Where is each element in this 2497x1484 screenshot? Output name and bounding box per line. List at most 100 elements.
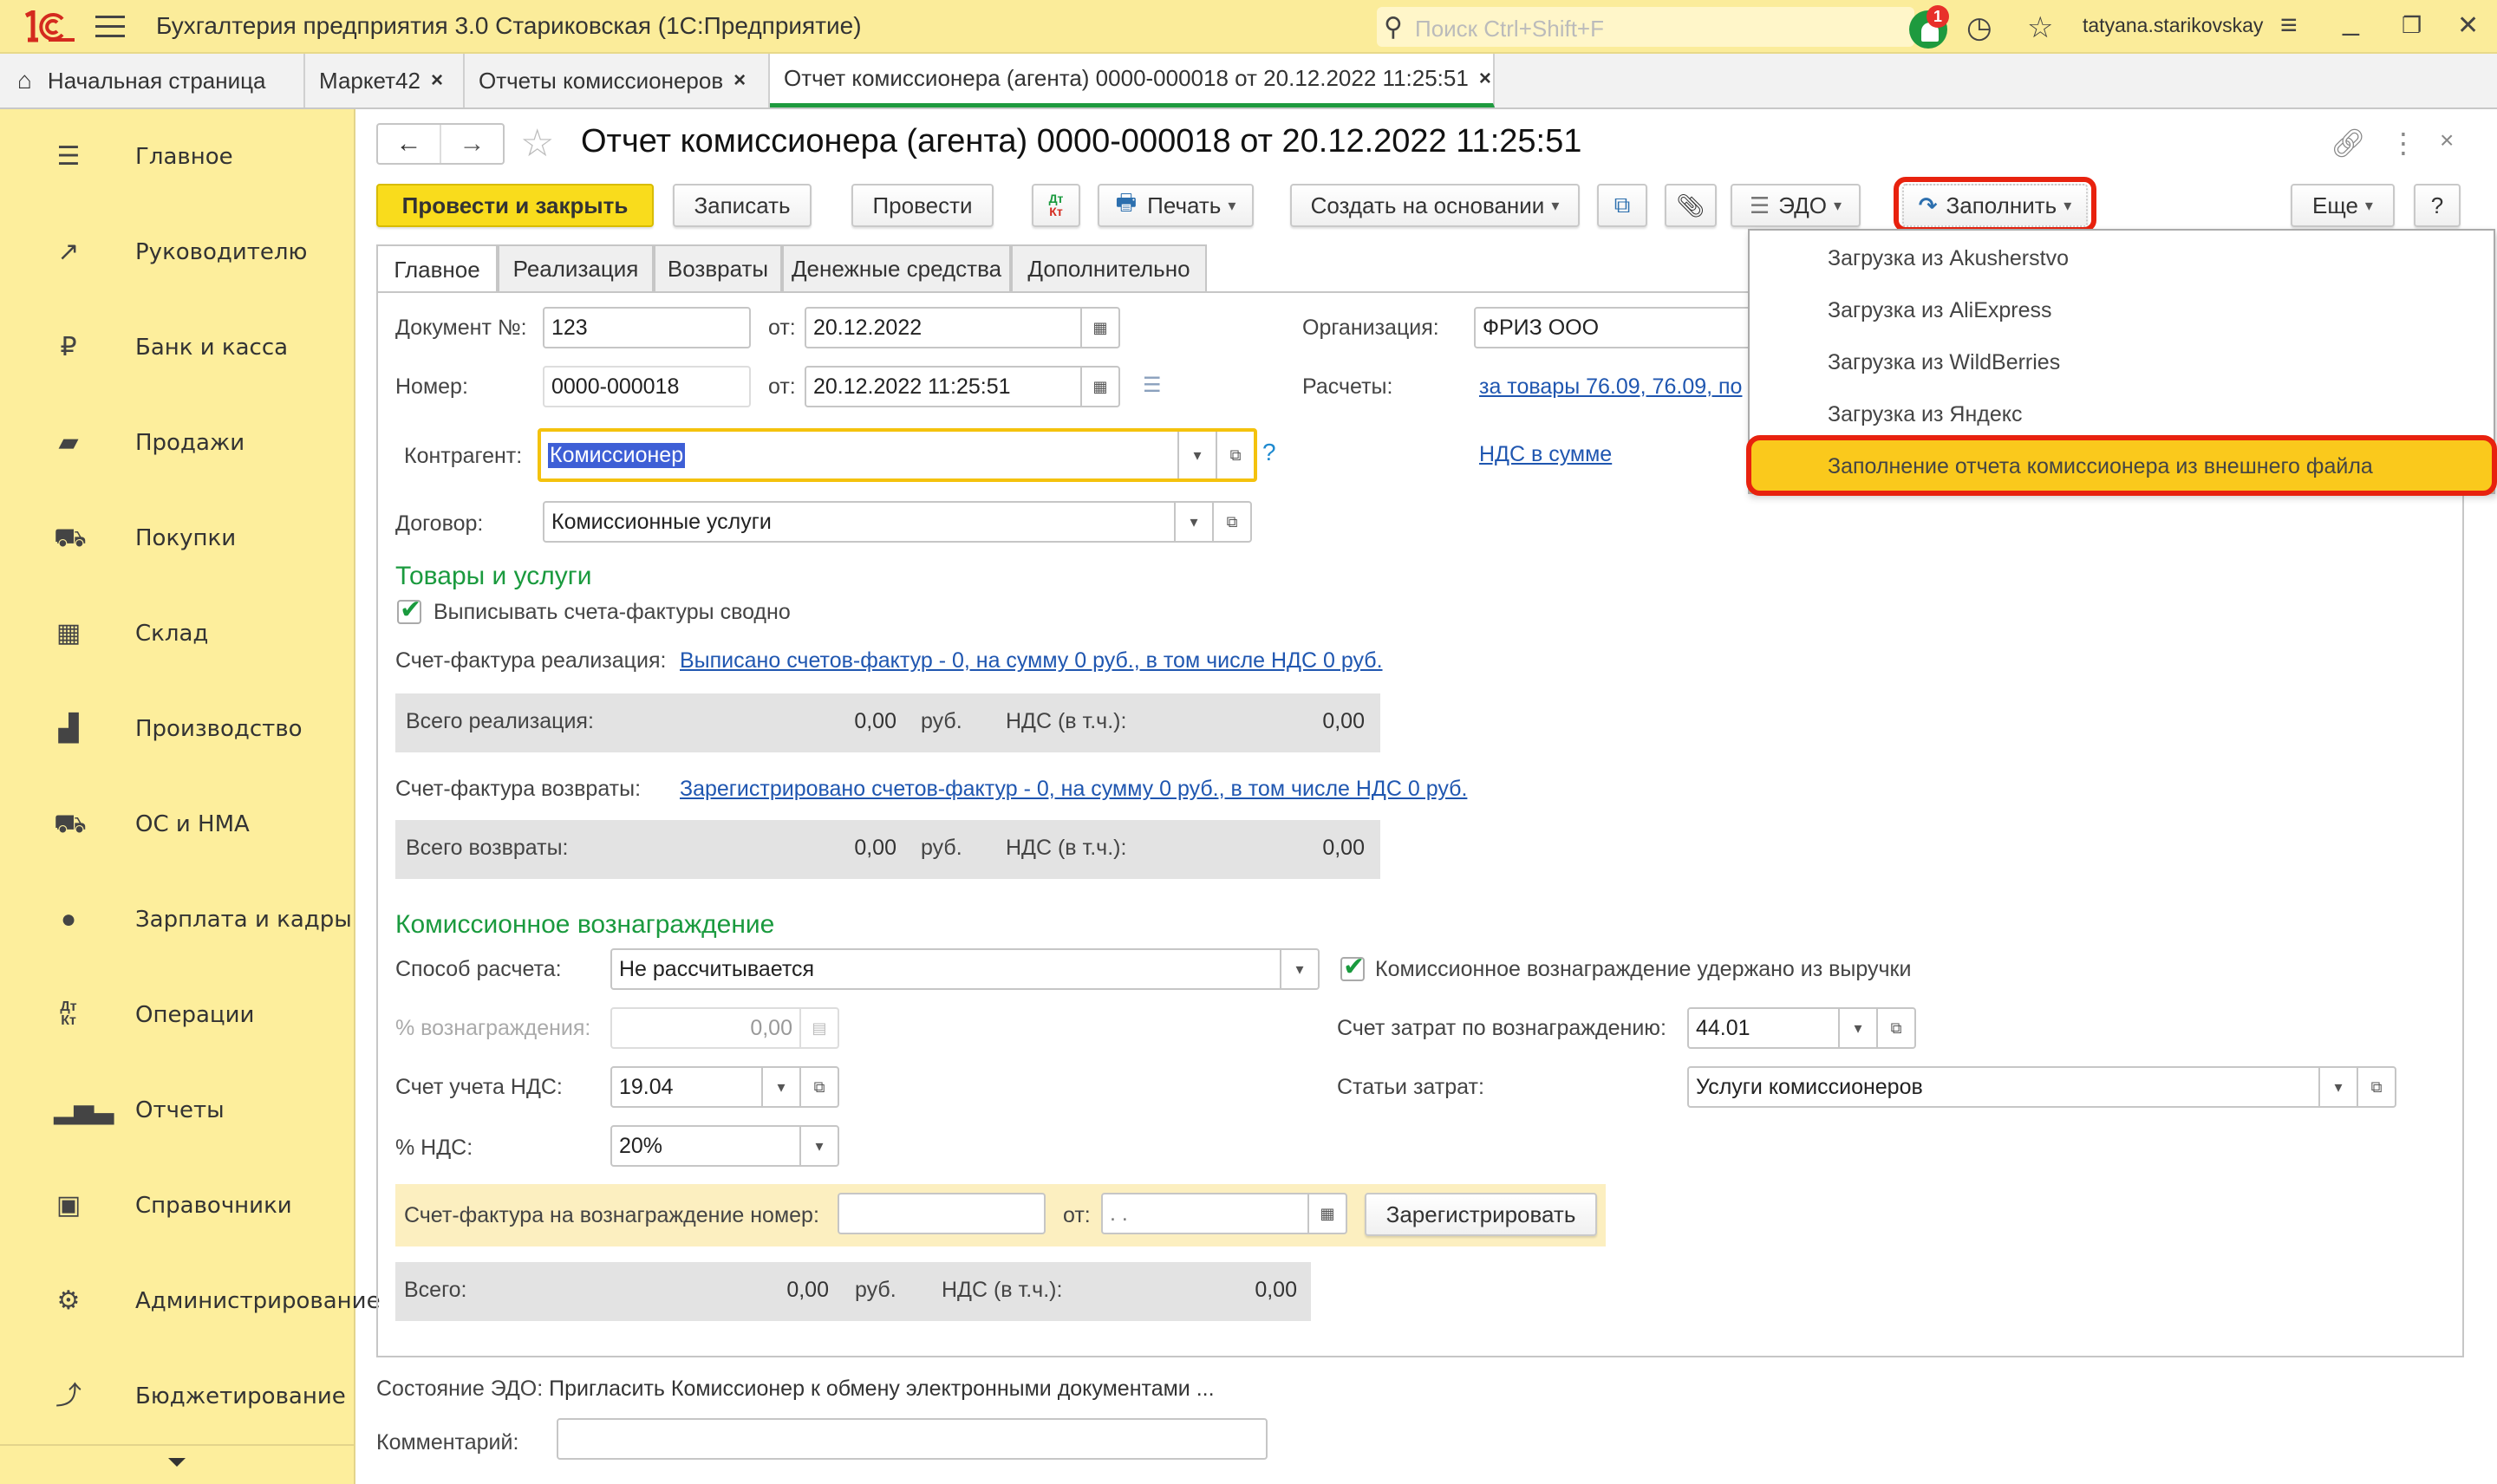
comment-input[interactable] [557, 1418, 1268, 1460]
dropdown-arrow-icon[interactable]: ▾ [2318, 1068, 2357, 1106]
help-question-icon[interactable]: ? [1262, 439, 1276, 466]
user-name[interactable]: tatyana.starikovskay [2083, 14, 2263, 37]
method-select[interactable]: Не рассчитывается ▾ [610, 948, 1320, 990]
sidebar-item-assets[interactable]: ⛟ ОС и НМА [0, 777, 354, 872]
back-button[interactable]: ← [378, 125, 441, 163]
cost-account-input[interactable]: 44.01 ▾ ⧉ [1687, 1007, 1916, 1049]
tab-commission-report-doc[interactable]: Отчет комиссионера (агента) 0000-000018 … [770, 54, 1495, 107]
calculator-icon: ▤ [799, 1009, 838, 1047]
menu-item-akusherstvo[interactable]: Загрузка из Akusherstvo [1750, 232, 2494, 284]
doc-date-input[interactable]: 20.12.2022 ▦ [805, 307, 1120, 348]
minimize-icon[interactable]: _ [2343, 3, 2359, 37]
close-form-icon[interactable]: × [2440, 127, 2454, 154]
favorite-star-icon[interactable]: ☆ [520, 121, 554, 166]
sale-invoice-link[interactable]: Выписано счетов-фактур - 0, на сумму 0 р… [680, 648, 1383, 674]
tab-main[interactable]: Главное [376, 244, 498, 293]
sidebar-item-warehouse[interactable]: ▦ Склад [0, 586, 354, 681]
edo-status-link[interactable]: Пригласить Комиссионер к обмену электрон… [549, 1377, 1214, 1401]
create-based-on-button[interactable]: Создать на основании [1290, 184, 1580, 227]
favorites-star-icon[interactable]: ☆ [2027, 10, 2053, 45]
vat-link[interactable]: НДС в сумме [1479, 442, 1612, 467]
doc-no-input[interactable]: 123 [543, 307, 751, 348]
save-button[interactable]: Записать [673, 184, 812, 227]
tab-returns[interactable]: Возвраты [654, 244, 782, 291]
menu-item-wildberries[interactable]: Загрузка из WildBerries [1750, 336, 2494, 388]
more-button[interactable]: Еще [2291, 184, 2395, 227]
sidebar-scroll-down[interactable] [0, 1444, 354, 1484]
open-icon[interactable]: ⧉ [1212, 503, 1250, 541]
print-button[interactable]: 🖶︎ Печать [1098, 184, 1254, 227]
tab-commission-reports[interactable]: Отчеты комиссионеров × [465, 54, 770, 107]
invoice-number-input[interactable] [838, 1193, 1046, 1234]
sidebar-item-bank[interactable]: ₽ Банк и касса [0, 300, 354, 395]
dropdown-arrow-icon[interactable]: ▾ [1280, 950, 1318, 988]
menu-item-aliexpress[interactable]: Загрузка из AliExpress [1750, 284, 2494, 336]
sidebar-item-production[interactable]: ▟ Производство [0, 681, 354, 777]
close-tab-icon[interactable]: × [733, 68, 746, 93]
summary-invoices-checkbox[interactable] [397, 595, 421, 625]
calendar-icon[interactable]: ▦ [1080, 309, 1118, 347]
notifications-button[interactable]: 1 [1907, 5, 1949, 49]
open-icon[interactable]: ⧉ [799, 1068, 838, 1106]
calendar-icon[interactable]: ▦ [1307, 1194, 1346, 1233]
contract-input[interactable]: Комиссионные услуги ▾ ⧉ [543, 501, 1252, 543]
sidebar-item-main[interactable]: ☰ Главное [0, 109, 354, 205]
document-list-icon[interactable]: ☰ [1143, 373, 1162, 398]
link-icon[interactable]: 🔗︎ [2331, 127, 2366, 159]
sidebar-item-reports[interactable]: ▂▅▃ Отчеты [0, 1063, 354, 1158]
tab-additional[interactable]: Дополнительно [1011, 244, 1207, 291]
close-tab-icon[interactable]: × [1479, 67, 1491, 91]
global-search[interactable]: ⚲ Поиск Ctrl+Shift+F [1377, 7, 1914, 47]
close-window-icon[interactable]: ✕ [2457, 10, 2479, 41]
open-icon[interactable]: ⧉ [1876, 1009, 1914, 1047]
tab-market42[interactable]: Маркет42 × [305, 54, 465, 107]
sidebar-item-budgeting[interactable]: ⤴ Бюджетирование [0, 1349, 354, 1444]
tab-sales[interactable]: Реализация [498, 244, 654, 291]
org-input[interactable]: ФРИЗ ООО [1474, 307, 1751, 348]
register-button[interactable]: Зарегистрировать [1365, 1193, 1597, 1236]
number-input[interactable]: 0000-000018 [543, 366, 751, 407]
tab-home[interactable]: ⌂ Начальная страница [0, 54, 305, 107]
dropdown-arrow-icon[interactable]: ▾ [1177, 432, 1216, 478]
history-icon[interactable]: ◷ [1966, 10, 1992, 45]
sidebar-item-admin[interactable]: ⚙ Администрирование [0, 1253, 381, 1349]
close-tab-icon[interactable]: × [431, 68, 443, 93]
sidebar-item-payroll[interactable]: ● Зарплата и кадры [0, 872, 354, 967]
sidebar-item-sales[interactable]: ▰ Продажи [0, 395, 354, 491]
help-button[interactable]: ? [2414, 184, 2461, 227]
sidebar-item-manager[interactable]: ↗ Руководителю [0, 205, 354, 300]
dt-kt-button[interactable]: Дт Кт [1032, 184, 1080, 227]
invoice-date-input[interactable]: . . ▦ [1101, 1193, 1347, 1234]
return-invoice-link[interactable]: Зарегистрировано счетов-фактур - 0, на с… [680, 777, 1467, 802]
dropdown-arrow-icon[interactable]: ▾ [799, 1127, 838, 1165]
edo-button[interactable]: ☰ ЭДО [1731, 184, 1861, 227]
tab-cash[interactable]: Денежные средства [782, 244, 1011, 291]
counterparty-input[interactable]: Комиссионер ▾ ⧉ [538, 428, 1257, 482]
sidebar-item-purchases[interactable]: ⛟ Покупки [0, 491, 354, 586]
dropdown-arrow-icon[interactable]: ▾ [1174, 503, 1212, 541]
open-icon[interactable]: ⧉ [1216, 432, 1254, 478]
withheld-checkbox[interactable] [1340, 952, 1365, 982]
vat-account-input[interactable]: 19.04 ▾ ⧉ [610, 1066, 839, 1108]
dropdown-arrow-icon[interactable]: ▾ [1838, 1009, 1876, 1047]
sidebar-item-operations[interactable]: Дт Кт Операции [0, 967, 354, 1063]
vat-incl-label: НДС (в т.ч.): [1006, 709, 1127, 733]
menu-item-yandex[interactable]: Загрузка из Яндекс [1750, 388, 2494, 440]
settings-menu-icon[interactable]: ≡ [2280, 9, 2298, 42]
vat-rate-select[interactable]: 20% ▾ [610, 1125, 839, 1167]
cost-items-input[interactable]: Услуги комиссионеров ▾ ⧉ [1687, 1066, 2396, 1108]
calendar-icon[interactable]: ▦ [1080, 368, 1118, 406]
open-icon[interactable]: ⧉ [2357, 1068, 2395, 1106]
attach-button[interactable]: 📎︎ [1665, 184, 1717, 227]
main-menu-icon[interactable] [95, 16, 125, 38]
sidebar-item-catalogs[interactable]: ▣ Справочники [0, 1158, 354, 1253]
dropdown-arrow-icon[interactable]: ▾ [761, 1068, 799, 1106]
structure-button[interactable]: ⧉ [1597, 184, 1647, 227]
settlements-link[interactable]: за товары 76.09, 76.09, по [1479, 374, 1742, 400]
forward-button[interactable]: → [441, 125, 503, 163]
number-date-input[interactable]: 20.12.2022 11:25:51 ▦ [805, 366, 1120, 407]
post-button[interactable]: Провести [851, 184, 994, 227]
more-options-icon[interactable]: ⋮ [2389, 127, 2417, 159]
restore-icon[interactable]: ❐ [2402, 12, 2422, 39]
post-and-close-button[interactable]: Провести и закрыть [376, 184, 654, 227]
